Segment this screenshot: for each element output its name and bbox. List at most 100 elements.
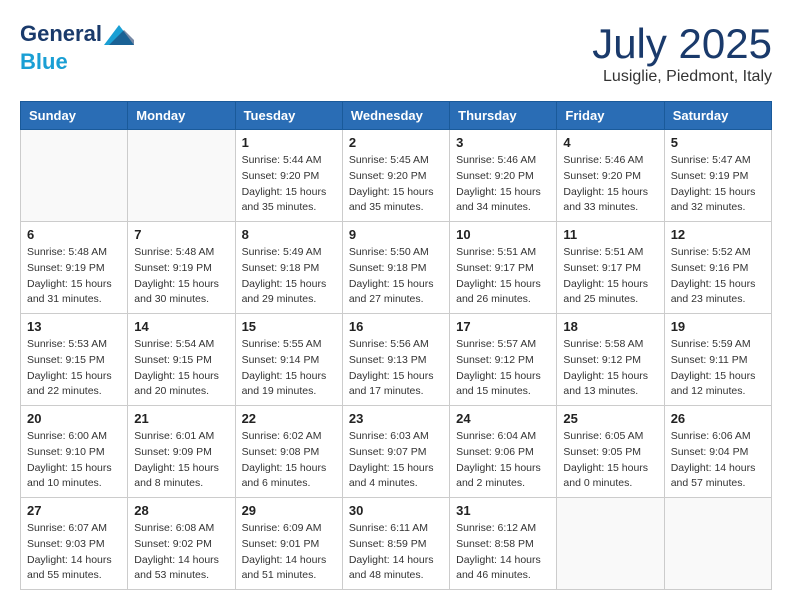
calendar-week-1: 1 Sunrise: 5:44 AM Sunset: 9:20 PM Daylig… — [21, 130, 772, 222]
day-number: 9 — [349, 227, 443, 242]
day-number: 4 — [563, 135, 657, 150]
calendar-cell: 12 Sunrise: 5:52 AM Sunset: 9:16 PM Dayli… — [664, 222, 771, 314]
day-number: 30 — [349, 503, 443, 518]
day-info: Sunrise: 6:06 AM Sunset: 9:04 PM Dayligh… — [671, 429, 765, 492]
day-info: Sunrise: 6:09 AM Sunset: 9:01 PM Dayligh… — [242, 521, 336, 584]
day-number: 19 — [671, 319, 765, 334]
day-number: 27 — [27, 503, 121, 518]
day-number: 12 — [671, 227, 765, 242]
day-number: 6 — [27, 227, 121, 242]
day-info: Sunrise: 5:57 AM Sunset: 9:12 PM Dayligh… — [456, 337, 550, 400]
day-info: Sunrise: 6:02 AM Sunset: 9:08 PM Dayligh… — [242, 429, 336, 492]
day-info: Sunrise: 5:54 AM Sunset: 9:15 PM Dayligh… — [134, 337, 228, 400]
calendar-cell: 19 Sunrise: 5:59 AM Sunset: 9:11 PM Dayli… — [664, 314, 771, 406]
day-info: Sunrise: 6:11 AM Sunset: 8:59 PM Dayligh… — [349, 521, 443, 584]
day-number: 13 — [27, 319, 121, 334]
logo: General Blue — [20, 20, 134, 74]
day-number: 28 — [134, 503, 228, 518]
day-number: 25 — [563, 411, 657, 426]
day-info: Sunrise: 6:08 AM Sunset: 9:02 PM Dayligh… — [134, 521, 228, 584]
day-number: 1 — [242, 135, 336, 150]
day-info: Sunrise: 5:58 AM Sunset: 9:12 PM Dayligh… — [563, 337, 657, 400]
day-info: Sunrise: 6:05 AM Sunset: 9:05 PM Dayligh… — [563, 429, 657, 492]
calendar-cell: 31Sunrise: 6:12 AM Sunset: 8:58 PM Dayli… — [450, 498, 557, 590]
day-info: Sunrise: 5:53 AM Sunset: 9:15 PM Dayligh… — [27, 337, 121, 400]
day-info: Sunrise: 5:45 AM Sunset: 9:20 PM Dayligh… — [349, 153, 443, 216]
day-number: 17 — [456, 319, 550, 334]
calendar-cell: 24Sunrise: 6:04 AM Sunset: 9:06 PM Dayli… — [450, 406, 557, 498]
calendar-cell: 18 Sunrise: 5:58 AM Sunset: 9:12 PM Dayli… — [557, 314, 664, 406]
weekday-header-saturday: Saturday — [664, 102, 771, 130]
day-number: 14 — [134, 319, 228, 334]
calendar-cell: 25 Sunrise: 6:05 AM Sunset: 9:05 PM Dayli… — [557, 406, 664, 498]
calendar-table: SundayMondayTuesdayWednesdayThursdayFrid… — [20, 101, 772, 590]
day-info: Sunrise: 5:46 AM Sunset: 9:20 PM Dayligh… — [563, 153, 657, 216]
calendar-cell: 4 Sunrise: 5:46 AM Sunset: 9:20 PM Daylig… — [557, 130, 664, 222]
day-info: Sunrise: 6:00 AM Sunset: 9:10 PM Dayligh… — [27, 429, 121, 492]
day-number: 22 — [242, 411, 336, 426]
day-info: Sunrise: 5:48 AM Sunset: 9:19 PM Dayligh… — [134, 245, 228, 308]
calendar-cell: 17 Sunrise: 5:57 AM Sunset: 9:12 PM Dayli… — [450, 314, 557, 406]
calendar-cell: 3Sunrise: 5:46 AM Sunset: 9:20 PM Daylig… — [450, 130, 557, 222]
calendar-cell — [128, 130, 235, 222]
calendar-cell: 1 Sunrise: 5:44 AM Sunset: 9:20 PM Daylig… — [235, 130, 342, 222]
calendar-cell: 10Sunrise: 5:51 AM Sunset: 9:17 PM Dayli… — [450, 222, 557, 314]
day-number: 2 — [349, 135, 443, 150]
day-info: Sunrise: 6:07 AM Sunset: 9:03 PM Dayligh… — [27, 521, 121, 584]
day-number: 29 — [242, 503, 336, 518]
calendar-cell — [664, 498, 771, 590]
calendar-cell: 7 Sunrise: 5:48 AM Sunset: 9:19 PM Daylig… — [128, 222, 235, 314]
day-number: 3 — [456, 135, 550, 150]
day-number: 16 — [349, 319, 443, 334]
day-number: 7 — [134, 227, 228, 242]
day-info: Sunrise: 5:49 AM Sunset: 9:18 PM Dayligh… — [242, 245, 336, 308]
calendar-cell: 22 Sunrise: 6:02 AM Sunset: 9:08 PM Dayli… — [235, 406, 342, 498]
day-number: 18 — [563, 319, 657, 334]
day-info: Sunrise: 5:51 AM Sunset: 9:17 PM Dayligh… — [456, 245, 550, 308]
calendar-week-4: 20 Sunrise: 6:00 AM Sunset: 9:10 PM Dayli… — [21, 406, 772, 498]
calendar-cell: 21 Sunrise: 6:01 AM Sunset: 9:09 PM Dayli… — [128, 406, 235, 498]
day-number: 20 — [27, 411, 121, 426]
weekday-header-tuesday: Tuesday — [235, 102, 342, 130]
day-info: Sunrise: 5:56 AM Sunset: 9:13 PM Dayligh… — [349, 337, 443, 400]
calendar-cell: 9 Sunrise: 5:50 AM Sunset: 9:18 PM Daylig… — [342, 222, 449, 314]
day-info: Sunrise: 5:44 AM Sunset: 9:20 PM Dayligh… — [242, 153, 336, 216]
day-info: Sunrise: 6:03 AM Sunset: 9:07 PM Dayligh… — [349, 429, 443, 492]
page-header: General Blue July 2025 Lusiglie, Piedmon… — [20, 20, 772, 86]
day-number: 5 — [671, 135, 765, 150]
logo-blue: Blue — [20, 49, 68, 74]
day-info: Sunrise: 5:55 AM Sunset: 9:14 PM Dayligh… — [242, 337, 336, 400]
logo-text: General Blue — [20, 20, 134, 74]
calendar-cell: 13 Sunrise: 5:53 AM Sunset: 9:15 PM Dayli… — [21, 314, 128, 406]
day-number: 15 — [242, 319, 336, 334]
calendar-cell: 30 Sunrise: 6:11 AM Sunset: 8:59 PM Dayli… — [342, 498, 449, 590]
day-info: Sunrise: 5:59 AM Sunset: 9:11 PM Dayligh… — [671, 337, 765, 400]
day-number: 21 — [134, 411, 228, 426]
day-number: 8 — [242, 227, 336, 242]
weekday-header-sunday: Sunday — [21, 102, 128, 130]
calendar-cell: 5Sunrise: 5:47 AM Sunset: 9:19 PM Daylig… — [664, 130, 771, 222]
month-title: July 2025 — [592, 20, 772, 68]
calendar-header-row: SundayMondayTuesdayWednesdayThursdayFrid… — [21, 102, 772, 130]
day-info: Sunrise: 5:51 AM Sunset: 9:17 PM Dayligh… — [563, 245, 657, 308]
day-info: Sunrise: 5:48 AM Sunset: 9:19 PM Dayligh… — [27, 245, 121, 308]
calendar-cell: 29 Sunrise: 6:09 AM Sunset: 9:01 PM Dayli… — [235, 498, 342, 590]
day-number: 26 — [671, 411, 765, 426]
calendar-cell: 8 Sunrise: 5:49 AM Sunset: 9:18 PM Daylig… — [235, 222, 342, 314]
day-info: Sunrise: 5:50 AM Sunset: 9:18 PM Dayligh… — [349, 245, 443, 308]
day-info: Sunrise: 6:01 AM Sunset: 9:09 PM Dayligh… — [134, 429, 228, 492]
title-block: July 2025 Lusiglie, Piedmont, Italy — [592, 20, 772, 86]
logo-icon — [104, 20, 134, 50]
day-info: Sunrise: 5:52 AM Sunset: 9:16 PM Dayligh… — [671, 245, 765, 308]
calendar-cell — [21, 130, 128, 222]
weekday-header-wednesday: Wednesday — [342, 102, 449, 130]
day-info: Sunrise: 6:04 AM Sunset: 9:06 PM Dayligh… — [456, 429, 550, 492]
day-info: Sunrise: 6:12 AM Sunset: 8:58 PM Dayligh… — [456, 521, 550, 584]
calendar-cell: 23Sunrise: 6:03 AM Sunset: 9:07 PM Dayli… — [342, 406, 449, 498]
calendar-cell: 15 Sunrise: 5:55 AM Sunset: 9:14 PM Dayli… — [235, 314, 342, 406]
calendar-cell: 11Sunrise: 5:51 AM Sunset: 9:17 PM Dayli… — [557, 222, 664, 314]
calendar-cell — [557, 498, 664, 590]
calendar-week-2: 6 Sunrise: 5:48 AM Sunset: 9:19 PM Daylig… — [21, 222, 772, 314]
calendar-cell: 26 Sunrise: 6:06 AM Sunset: 9:04 PM Dayli… — [664, 406, 771, 498]
calendar-week-3: 13 Sunrise: 5:53 AM Sunset: 9:15 PM Dayli… — [21, 314, 772, 406]
